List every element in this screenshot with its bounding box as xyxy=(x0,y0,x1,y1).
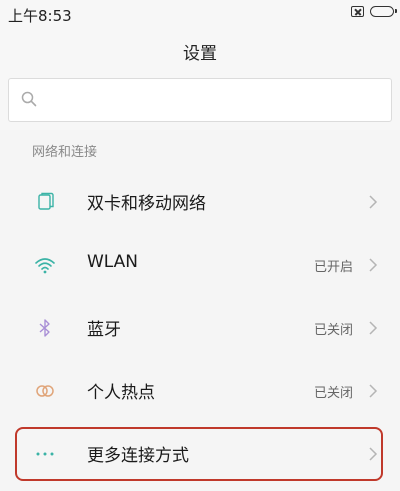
title-bar: 设置 xyxy=(0,28,400,74)
sim-off-icon xyxy=(351,6,364,17)
list-item-wlan[interactable]: WLAN 已开启 xyxy=(0,233,400,296)
item-label: 个人热点 xyxy=(87,383,155,403)
item-label: 更多连接方式 xyxy=(87,446,189,466)
chevron-right-icon xyxy=(369,195,378,209)
settings-screen: 上午8:53 设置 网络和连接 双卡和移动网络 WLAN 已开启 蓝牙 已关闭 … xyxy=(0,0,400,491)
item-status: 已开启 xyxy=(313,260,353,275)
chevron-right-icon xyxy=(369,258,378,272)
chevron-right-icon xyxy=(369,384,378,398)
status-bar: 上午8:53 xyxy=(0,0,400,28)
section-label-network: 网络和连接 xyxy=(32,145,98,160)
more-dots-icon xyxy=(36,452,54,456)
bluetooth-icon xyxy=(39,319,50,337)
page-title: 设置 xyxy=(183,43,217,64)
search-area xyxy=(0,74,400,130)
item-label: 蓝牙 xyxy=(87,320,121,340)
wifi-icon xyxy=(35,258,55,274)
item-label: WLAN xyxy=(87,252,139,272)
section-header: 网络和连接 xyxy=(0,130,400,170)
search-box[interactable] xyxy=(8,78,392,122)
status-icons xyxy=(351,6,397,17)
status-time: 上午8:53 xyxy=(8,7,72,25)
settings-list: 双卡和移动网络 WLAN 已开启 蓝牙 已关闭 个人热点 已关闭 更多连接方式 xyxy=(0,170,400,485)
chevron-right-icon xyxy=(369,321,378,335)
hotspot-icon xyxy=(36,385,54,397)
item-status: 已关闭 xyxy=(313,386,353,401)
chevron-right-icon xyxy=(369,447,378,461)
search-icon xyxy=(21,91,37,107)
dual-sim-icon xyxy=(38,192,54,210)
battery-icon xyxy=(370,6,397,17)
list-item-bluetooth[interactable]: 蓝牙 已关闭 xyxy=(0,296,400,359)
item-status: 已关闭 xyxy=(313,323,353,338)
list-item-dual-sim[interactable]: 双卡和移动网络 xyxy=(0,170,400,233)
list-item-hotspot[interactable]: 个人热点 已关闭 xyxy=(0,359,400,422)
list-item-more-connections[interactable]: 更多连接方式 xyxy=(0,422,400,485)
search-input[interactable] xyxy=(49,87,383,115)
item-label: 双卡和移动网络 xyxy=(87,194,206,214)
